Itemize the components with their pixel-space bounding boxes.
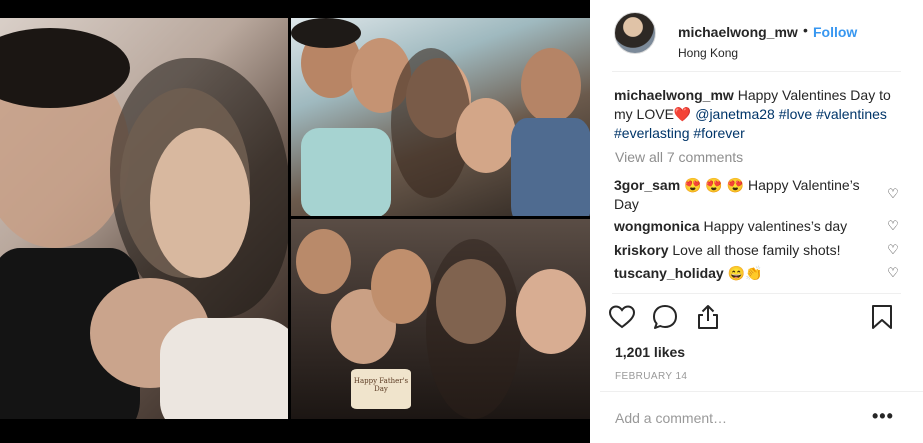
avatar[interactable] <box>614 12 656 54</box>
location-link[interactable]: Hong Kong <box>678 46 738 60</box>
small-heart-icon[interactable]: ♡ <box>886 219 900 233</box>
comment-item: wongmonica Happy valentines’s day <box>614 217 884 236</box>
post-header: michaelwong_mw • Follow Hong Kong <box>612 8 912 60</box>
comment-username-link[interactable]: tuscany_holiday <box>614 265 724 281</box>
comment-item: tuscany_holiday 😄👏 <box>614 264 884 283</box>
post-caption: michaelwong_mw Happy Valentines Day to m… <box>614 86 904 143</box>
hashtag-link[interactable]: #everlasting <box>614 125 690 141</box>
share-icon[interactable] <box>694 303 722 331</box>
divider <box>612 71 901 72</box>
add-comment-input[interactable] <box>615 408 855 428</box>
small-heart-icon[interactable]: ♡ <box>886 243 900 257</box>
photo-family-fathers-day: Happy Father's Day <box>291 219 590 419</box>
comment-username-link[interactable]: 3gor_sam <box>614 177 680 193</box>
separator-dot: • <box>803 22 808 38</box>
photo-letterbox-top <box>0 0 590 18</box>
comment-item: 3gor_sam 😍 😍 😍 Happy Valentine’s Day <box>614 176 884 214</box>
photo-letterbox-bottom <box>0 419 590 443</box>
username-link[interactable]: michaelwong_mw <box>678 24 798 40</box>
mention-link[interactable]: @janetma28 <box>695 106 775 122</box>
photo-couple-closeup <box>0 18 288 419</box>
comment-item: kriskory Love all those family shots! <box>614 241 884 260</box>
comment-text: Love all those family shots! <box>672 242 841 258</box>
hashtag-link[interactable]: #forever <box>693 125 744 141</box>
instagram-post: Happy Father's Day michaelwong_mw • Foll… <box>0 0 923 443</box>
comment-username-link[interactable]: kriskory <box>614 242 668 258</box>
divider <box>600 391 923 392</box>
red-heart-emoji: ❤️ <box>673 106 692 122</box>
divider <box>612 293 901 294</box>
comment-text: Happy valentines’s day <box>703 218 848 234</box>
more-options-icon[interactable]: ••• <box>872 406 894 427</box>
hashtag-link[interactable]: #valentines <box>816 106 887 122</box>
bookmark-icon[interactable] <box>868 303 896 331</box>
comment-username-link[interactable]: wongmonica <box>614 218 700 234</box>
heart-outline-icon[interactable] <box>608 303 636 331</box>
action-bar <box>608 303 898 333</box>
caption-username-link[interactable]: michaelwong_mw <box>614 87 734 103</box>
small-heart-icon[interactable]: ♡ <box>886 187 900 201</box>
post-sidebar: michaelwong_mw • Follow Hong Kong michae… <box>600 0 923 443</box>
view-all-comments-link[interactable]: View all 7 comments <box>615 149 743 165</box>
cake-topper-text: Happy Father's Day <box>353 377 409 393</box>
follow-button[interactable]: Follow <box>813 24 857 40</box>
small-heart-icon[interactable]: ♡ <box>886 266 900 280</box>
comment-text: 😄👏 <box>727 265 763 281</box>
post-photo-collage[interactable]: Happy Father's Day <box>0 0 590 443</box>
hashtag-link[interactable]: #love <box>779 106 812 122</box>
likes-count[interactable]: 1,201 likes <box>615 344 685 360</box>
photo-family-group-outdoor <box>291 18 590 216</box>
comment-bubble-icon[interactable] <box>651 303 679 331</box>
post-date[interactable]: FEBRUARY 14 <box>615 371 687 382</box>
